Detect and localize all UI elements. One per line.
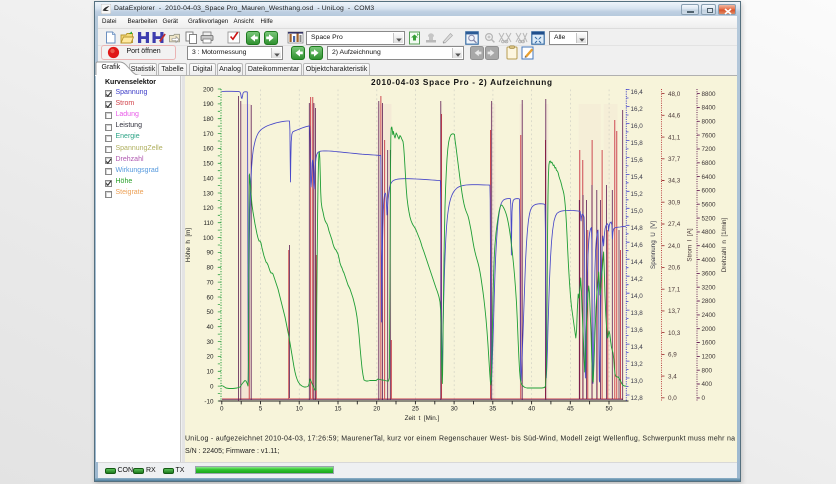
svg-text:1200: 1200: [702, 354, 717, 361]
svg-text:Spannung U [V]: Spannung U [V]: [650, 221, 657, 269]
svg-text:13,7: 13,7: [668, 308, 681, 315]
svg-text:50: 50: [605, 406, 613, 413]
svg-text:6800: 6800: [702, 160, 717, 167]
svg-text:0: 0: [210, 383, 214, 390]
svg-text:Zeit t [Min.]: Zeit t [Min.]: [405, 415, 440, 422]
svg-text:800: 800: [702, 367, 713, 374]
svg-text:45: 45: [567, 406, 575, 413]
svg-text:80: 80: [206, 265, 214, 272]
svg-text:35: 35: [489, 406, 497, 413]
svg-text:Strom I [A]: Strom I [A]: [687, 228, 694, 261]
svg-text:70: 70: [206, 279, 214, 286]
svg-text:8000: 8000: [702, 119, 717, 126]
svg-text:15: 15: [334, 406, 342, 413]
svg-text:0: 0: [702, 395, 706, 402]
svg-text:8400: 8400: [702, 105, 717, 112]
svg-text:400: 400: [702, 381, 713, 388]
svg-text:3200: 3200: [702, 284, 717, 291]
svg-text:4400: 4400: [702, 243, 717, 250]
svg-text:30: 30: [206, 339, 214, 346]
svg-text:190: 190: [203, 101, 214, 108]
svg-text:6,9: 6,9: [668, 352, 677, 359]
svg-text:2800: 2800: [702, 298, 717, 305]
svg-text:14,2: 14,2: [631, 276, 644, 283]
svg-text:1600: 1600: [702, 340, 717, 347]
svg-text:4800: 4800: [702, 229, 717, 236]
svg-text:110: 110: [203, 220, 214, 227]
svg-text:10,3: 10,3: [668, 330, 681, 337]
svg-text:S/N : 22405; Firmware : v1.11;: S/N : 22405; Firmware : v1.11;: [185, 448, 279, 455]
svg-text:60: 60: [206, 294, 214, 301]
svg-text:14,4: 14,4: [631, 259, 644, 266]
svg-text:16,0: 16,0: [631, 123, 644, 130]
svg-text:2400: 2400: [702, 312, 717, 319]
svg-text:14,0: 14,0: [631, 293, 644, 300]
svg-text:120: 120: [203, 205, 214, 212]
svg-text:-10: -10: [204, 398, 214, 405]
svg-text:5: 5: [259, 406, 263, 413]
svg-text:24,0: 24,0: [668, 243, 681, 250]
svg-text:13,2: 13,2: [631, 361, 644, 368]
svg-text:Höhe h [m]: Höhe h [m]: [185, 228, 192, 263]
svg-text:8800: 8800: [702, 91, 717, 98]
svg-text:20,6: 20,6: [668, 265, 681, 272]
svg-text:100: 100: [203, 235, 214, 242]
svg-text:27,4: 27,4: [668, 221, 681, 228]
svg-text:25: 25: [412, 406, 420, 413]
svg-text:15,4: 15,4: [631, 174, 644, 181]
svg-text:170: 170: [203, 131, 214, 138]
svg-text:180: 180: [203, 116, 214, 123]
svg-text:50: 50: [206, 309, 214, 316]
svg-text:14,8: 14,8: [631, 225, 644, 232]
svg-text:6400: 6400: [702, 174, 717, 181]
svg-text:13,4: 13,4: [631, 344, 644, 351]
svg-text:13,6: 13,6: [631, 327, 644, 334]
svg-text:150: 150: [203, 161, 214, 168]
svg-text:140: 140: [203, 175, 214, 182]
svg-text:20: 20: [206, 354, 214, 361]
svg-text:200: 200: [203, 86, 214, 93]
svg-text:0: 0: [220, 406, 224, 413]
svg-text:UniLog - aufgezeichnet 2010-04: UniLog - aufgezeichnet 2010-04-03, 17:26…: [185, 436, 735, 443]
svg-text:20: 20: [373, 406, 381, 413]
svg-text:160: 160: [203, 146, 214, 153]
svg-text:10: 10: [206, 369, 214, 376]
svg-text:Drehzahl n [1/min]: Drehzahl n [1/min]: [721, 217, 728, 272]
svg-text:7200: 7200: [702, 146, 717, 153]
svg-text:3600: 3600: [702, 271, 717, 278]
svg-text:15,2: 15,2: [631, 191, 644, 198]
svg-text:130: 130: [203, 190, 214, 197]
svg-text:5200: 5200: [702, 215, 717, 222]
svg-text:7600: 7600: [702, 132, 717, 139]
svg-text:16,2: 16,2: [631, 106, 644, 113]
svg-text:34,3: 34,3: [668, 178, 681, 185]
svg-text:48,0: 48,0: [668, 91, 681, 98]
svg-text:15,0: 15,0: [631, 208, 644, 215]
svg-text:2000: 2000: [702, 326, 717, 333]
svg-text:30: 30: [451, 406, 459, 413]
svg-text:15,6: 15,6: [631, 157, 644, 164]
svg-text:30,9: 30,9: [668, 199, 681, 206]
svg-text:2010-04-03 Space Pro - 2) Aufz: 2010-04-03 Space Pro - 2) Aufzeichnung: [371, 78, 552, 87]
svg-text:16,4: 16,4: [631, 89, 644, 96]
svg-text:17,1: 17,1: [668, 286, 681, 293]
svg-text:40: 40: [206, 324, 214, 331]
svg-text:15,8: 15,8: [631, 140, 644, 147]
svg-text:6000: 6000: [702, 188, 717, 195]
svg-text:10: 10: [296, 406, 304, 413]
svg-text:14,6: 14,6: [631, 242, 644, 249]
svg-text:4000: 4000: [702, 257, 717, 264]
svg-text:13,8: 13,8: [631, 310, 644, 317]
svg-text:90: 90: [206, 250, 214, 257]
svg-text:5600: 5600: [702, 201, 717, 208]
svg-text:0,0: 0,0: [668, 395, 677, 402]
svg-text:37,7: 37,7: [668, 156, 681, 163]
svg-text:44,6: 44,6: [668, 113, 681, 120]
svg-text:40: 40: [528, 406, 536, 413]
svg-text:41,1: 41,1: [668, 134, 681, 141]
svg-text:12,8: 12,8: [631, 395, 644, 402]
svg-text:3,4: 3,4: [668, 373, 677, 380]
svg-text:13,0: 13,0: [631, 378, 644, 385]
